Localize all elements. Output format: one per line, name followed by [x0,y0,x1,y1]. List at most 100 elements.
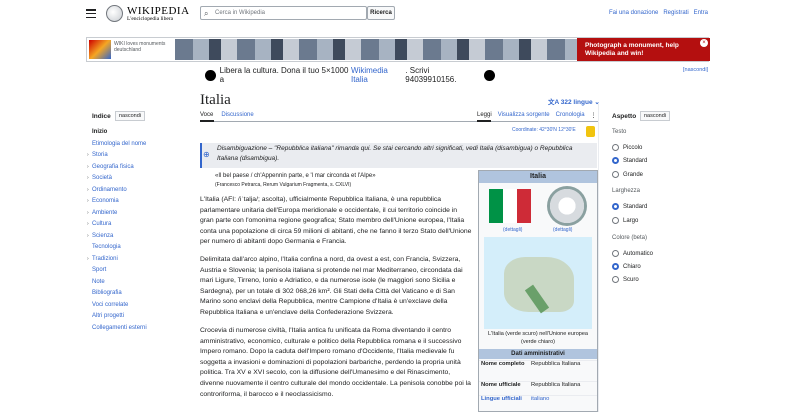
chevron-right-icon[interactable]: › [87,185,89,197]
wikipedia-globe-logo[interactable] [106,5,123,22]
toc-item[interactable]: › Scienza [87,231,192,243]
paragraph-history: Crocevia di numerose civiltà, l'Italia a… [200,327,471,398]
more-icon[interactable]: ⋮ [591,112,597,119]
italy-flag-image[interactable] [489,189,531,223]
row-value[interactable]: italiano [531,396,549,403]
radio-selected-icon [612,203,619,210]
toc-item[interactable]: › Ordinamento [87,185,192,197]
tab-discussione[interactable]: Discussione [221,112,253,118]
toc-item[interactable]: › Ambiente [87,208,192,220]
option-label: Standard [623,203,648,210]
tab-history[interactable]: Cronologia [556,112,585,119]
chevron-right-icon[interactable]: › [87,173,89,185]
chevron-right-icon[interactable]: › [87,254,89,266]
search-placeholder: Cerca in Wikipedia [215,9,266,16]
emblem-details-link[interactable]: (dettagli) [553,227,572,233]
toc-item[interactable]: Voci correlate [92,300,192,312]
toc-item-label: Società [92,175,113,181]
radio-color-light[interactable]: Chiaro [612,263,641,270]
option-label: Piccolo [623,144,643,151]
map-caption: L'Italia (verde scuro) nell'Unione europ… [488,331,588,345]
toc-item[interactable]: Collegamenti esterni [92,323,192,335]
chevron-right-icon[interactable]: › [87,219,89,231]
toc-item[interactable]: › Società [87,173,192,185]
notice-link[interactable]: Wikimedia Italia [351,66,405,84]
chevron-right-icon[interactable]: › [87,208,89,220]
row-key: Nome ufficiale [481,382,521,388]
toc-item[interactable]: Inizio [92,127,192,139]
toc-item-label: Note [92,278,105,285]
toc-item[interactable]: › Cultura [87,219,192,231]
notice-hide-link[interactable]: [nascondi] [683,67,708,73]
language-button[interactable]: 文A 322 lingue ⌄ [548,96,600,106]
infobox: Italia (dettagli) (dettagli) L'Italia (v… [478,170,598,412]
chevron-right-icon[interactable]: › [87,162,89,174]
tab-voce[interactable]: Voce [200,112,213,118]
radio-selected-icon [612,263,619,270]
view-tabs: Leggi Visualizza sorgente Cronologia ⋮ [477,112,597,119]
main-menu-button[interactable] [86,9,96,18]
tagline: L'enciclopedia libera [127,16,174,22]
namespace-tabs: Voce Discussione [200,112,254,118]
radio-icon [612,144,619,151]
appearance-hide-button[interactable]: nascondi [640,111,671,121]
search-icon: ⌕ [204,9,209,18]
toc-item-label: Sport [92,267,107,273]
emblem-image[interactable] [547,186,587,226]
notice-text-end: . Scrivi 94039910156. [405,66,457,84]
chevron-right-icon[interactable]: › [87,231,89,243]
toc-item-label: Voci correlate [92,301,129,308]
radio-width-standard[interactable]: Standard [612,203,647,210]
radio-icon [612,250,619,257]
toc-item[interactable]: › Geografia fisica [87,162,192,174]
toc-item-label: Tradizioni [92,255,118,262]
radio-standard[interactable]: Standard [612,157,647,164]
row-value: Repubblica Italiana [531,382,581,388]
tab-leggi[interactable]: Leggi [477,112,492,119]
active-tab-indicator [477,120,491,122]
chevron-right-icon[interactable]: › [87,150,89,162]
toc-item[interactable]: Sport [92,265,192,277]
campaign-banner[interactable]: WIKI loves monuments deutschland Photogr… [86,37,710,62]
donate-link[interactable]: Fai una donazione [609,10,658,16]
location-map[interactable] [484,237,592,329]
option-label: Grande [623,171,644,178]
wikimedia-logo-icon [205,69,216,81]
toc-item[interactable]: Tecnologia [92,242,192,254]
radio-color-auto[interactable]: Automatico [612,250,653,257]
flag-details-link[interactable]: (dettagli) [503,227,522,233]
radio-color-dark[interactable]: Scuro [612,276,639,283]
search-button[interactable]: Ricerca [367,6,395,20]
toc-item-label: Ordinamento [92,186,127,193]
infobox-row: Lingue ufficiali italiano [479,395,597,403]
admin-data-header: Dati amministrativi [479,349,597,359]
toc-item[interactable]: Bibliografia [92,288,192,300]
appearance-title: Aspetto [612,113,637,120]
radio-small[interactable]: Piccolo [612,144,642,151]
toc-hide-button[interactable]: nascondi [115,111,146,121]
paragraph-intro: L'Italia (AFI: /iˈtalja/; ascolta), uffi… [200,196,472,246]
row-key: Nome completo [481,361,525,367]
login-link[interactable]: Entra [694,10,708,16]
chevron-right-icon[interactable]: › [87,196,89,208]
quote-source: (Francesco Petrarca, Rerum Vulgarium Fra… [215,182,352,188]
radio-large[interactable]: Grande [612,171,643,178]
row-key[interactable]: Lingue ufficiali [479,396,531,403]
coordinates-link[interactable]: Coordinate: 42°30′N 12°30′E [512,127,576,133]
toc-item-label: Cultura [92,221,112,227]
banner-cta[interactable]: Photograph a monument, help Wikipedia an… [577,38,710,61]
lock-icon[interactable] [586,126,595,137]
toc-item-label: Collegamenti esterni [92,324,147,331]
toc-item-label: Scienza [92,232,114,239]
toc-item[interactable]: › Tradizioni [87,254,192,266]
toc-item[interactable]: Note [92,277,192,289]
tab-view-source[interactable]: Visualizza sorgente [498,112,550,119]
toc-item[interactable]: Etimologia del nome [92,139,192,151]
toc-item[interactable]: › Storia [87,150,192,162]
radio-width-wide[interactable]: Largo [612,217,638,224]
toc-item[interactable]: › Economia [87,196,192,208]
toc-item[interactable]: Altri progetti [92,311,192,323]
register-link[interactable]: Registrati [663,10,688,16]
quote: «Il bel paese / ch'Appennin parte, e 'l … [215,173,376,179]
close-icon[interactable]: × [700,39,708,47]
